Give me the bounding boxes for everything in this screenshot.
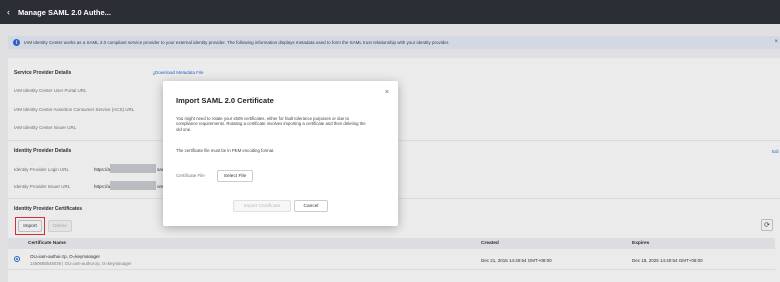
page-title: Manage SAML 2.0 Authe... [18, 7, 111, 17]
select-file-button[interactable]: Select File [217, 170, 253, 182]
top-bar: ‹ Manage SAML 2.0 Authe... [0, 0, 780, 24]
chevron-left-icon[interactable]: ‹ [7, 7, 10, 17]
dialog-title: Import SAML 2.0 Certificate [176, 96, 274, 105]
import-certificate-dialog: Import SAML 2.0 Certificate × You might … [163, 81, 398, 226]
dialog-description: You might need to rotate your x509 certi… [176, 116, 366, 132]
cancel-button[interactable]: Cancel [294, 200, 328, 212]
import-certificate-button[interactable]: Import Certificate [233, 200, 291, 212]
close-icon[interactable]: × [385, 89, 389, 96]
dialog-note: The certificate file must be in PEM enco… [176, 148, 275, 153]
certificate-file-label: Certificate File [176, 173, 205, 178]
